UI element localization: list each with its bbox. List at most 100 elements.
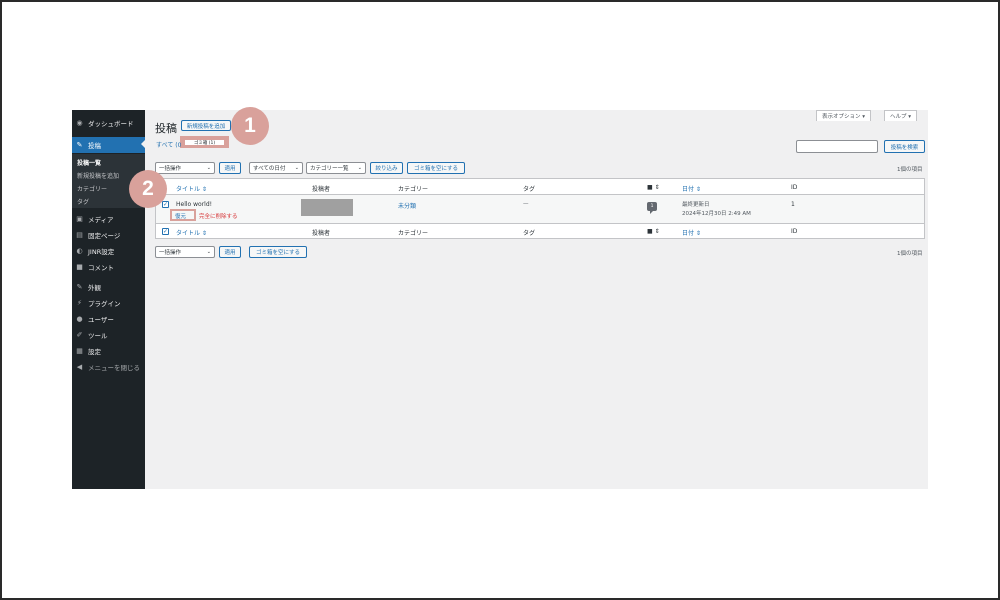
menu-label: JINR設定 (88, 248, 115, 256)
help-button[interactable]: ヘルプ ▾ (884, 110, 918, 121)
restore-link[interactable]: 復元 (175, 212, 186, 220)
pin-icon: ✎ (76, 141, 83, 149)
menu-appearance[interactable]: ✎ 外観 (72, 280, 145, 294)
submenu-add-new[interactable]: 新規投稿を追加 (77, 171, 119, 180)
post-tags: — (523, 201, 529, 207)
divider (156, 223, 924, 224)
row-checkbox[interactable]: ✓ (162, 201, 169, 208)
table-row (156, 195, 924, 223)
menu-label: ユーザー (88, 316, 114, 324)
select-all-checkbox-bottom[interactable]: ✓ (162, 228, 169, 235)
wp-admin-screen: ◉ ダッシュボード ✎ 投稿 投稿一覧 新規投稿を追加 カテゴリー タグ ▣ メ… (72, 110, 928, 489)
menu-label: 固定ページ (88, 232, 121, 240)
menu-plugins[interactable]: ⚡ プラグイン (72, 296, 145, 310)
post-date: 2024年12月30日 2:49 AM (682, 211, 751, 217)
column-comments-footer[interactable]: ■ ⇕ (647, 228, 660, 235)
main-content: 表示オプション ▾ ヘルプ ▾ 投稿 新規投稿を追加 すべて (0 ゴミ箱 (1… (145, 110, 928, 489)
comment-count-badge[interactable]: 1 (647, 202, 657, 214)
menu-tools[interactable]: ✐ ツール (72, 328, 145, 342)
submenu-tags[interactable]: タグ (77, 197, 89, 206)
wrench-icon: ✐ (76, 331, 83, 339)
select-value: 一括操作 (159, 166, 182, 172)
date-filter-select[interactable]: すべての日付 ⌄ (249, 162, 303, 174)
menu-label: コメント (88, 264, 114, 272)
chevron-down-icon: ⌄ (294, 165, 299, 171)
menu-label: ダッシュボード (88, 120, 134, 128)
empty-trash-button-bottom[interactable]: ゴミ箱を空にする (249, 246, 307, 258)
add-new-post-button[interactable]: 新規投稿を追加 (181, 120, 231, 131)
select-value: カテゴリー一覧 (310, 166, 349, 172)
settings-icon: ▦ (76, 347, 83, 355)
plugin-icon: ⚡ (77, 299, 82, 307)
post-title[interactable]: Hello world! (176, 201, 212, 208)
select-value: 一括操作 (159, 250, 182, 256)
column-date[interactable]: 日付 ⇕ (682, 184, 701, 193)
column-author: 投稿者 (312, 186, 331, 193)
bulk-action-select-top[interactable]: 一括操作 ⌄ (155, 162, 215, 174)
submenu-categories[interactable]: カテゴリー (77, 184, 107, 193)
column-categories-footer: カテゴリー (398, 230, 429, 237)
menu-label: 設定 (88, 348, 101, 356)
menu-dashboard[interactable]: ◉ ダッシュボード (72, 116, 145, 130)
menu-posts[interactable]: ✎ 投稿 (72, 137, 145, 153)
menu-label: メニューを閉じる (88, 364, 140, 372)
comment-icon: ■ (76, 263, 83, 271)
chevron-down-icon: ⌄ (357, 165, 362, 171)
chevron-down-icon: ⌄ (206, 165, 211, 171)
collapse-icon: ◀ (76, 363, 83, 371)
item-count-bottom: 1個の項目 (897, 251, 923, 257)
bulk-action-select-bottom[interactable]: 一括操作 ⌄ (155, 246, 215, 258)
menu-pages[interactable]: ▤ 固定ページ (72, 228, 145, 242)
column-title[interactable]: タイトル ⇕ (176, 184, 207, 193)
jinr-icon: ◐ (76, 247, 83, 255)
column-comments[interactable]: ■ ⇕ (647, 184, 660, 191)
menu-settings[interactable]: ▦ 設定 (72, 344, 145, 358)
column-date-footer[interactable]: 日付 ⇕ (682, 228, 701, 237)
page-title: 投稿 (155, 122, 177, 135)
menu-label: プラグイン (88, 300, 121, 308)
status-filter-trash[interactable]: ゴミ箱 (1) (185, 140, 224, 146)
admin-sidebar: ◉ ダッシュボード ✎ 投稿 投稿一覧 新規投稿を追加 カテゴリー タグ ▣ メ… (72, 110, 145, 489)
menu-label: 投稿 (88, 142, 101, 150)
menu-users[interactable]: ● ユーザー (72, 312, 145, 326)
menu-media[interactable]: ▣ メディア (72, 212, 145, 226)
screen-options-button[interactable]: 表示オプション ▾ (816, 110, 872, 121)
status-filter-all[interactable]: すべて (0 (156, 140, 181, 149)
column-categories: カテゴリー (398, 186, 429, 193)
column-tags-footer: タグ (523, 230, 536, 237)
search-posts-button[interactable]: 投稿を検索 (884, 140, 925, 153)
empty-trash-button-top[interactable]: ゴミ箱を空にする (407, 162, 465, 174)
user-icon: ● (76, 315, 83, 323)
media-icon: ▣ (76, 215, 83, 223)
column-author-footer: 投稿者 (312, 230, 331, 237)
menu-label: メディア (88, 216, 114, 224)
menu-collapse[interactable]: ◀ メニューを閉じる (72, 360, 145, 374)
post-id: 1 (791, 201, 795, 208)
delete-permanently-link[interactable]: 完全に削除する (199, 212, 238, 220)
column-id-footer: ID (791, 228, 798, 235)
apply-button-bottom[interactable]: 適用 (219, 246, 241, 258)
item-count-top: 1個の項目 (897, 167, 923, 173)
column-title-footer[interactable]: タイトル ⇕ (176, 228, 207, 237)
post-date-status: 最終更新日 (682, 202, 710, 208)
select-value: すべての日付 (253, 166, 286, 172)
filter-button[interactable]: 絞り込み (370, 162, 403, 174)
step-marker-1: 1 (231, 107, 269, 145)
menu-label: 外観 (88, 284, 101, 292)
apply-button-top[interactable]: 適用 (219, 162, 241, 174)
page-icon: ▤ (76, 231, 83, 239)
chevron-down-icon: ⌄ (206, 249, 211, 255)
posts-table: タイトル ⇕ 投稿者 カテゴリー タグ ■ ⇕ 日付 ⇕ ID ✓ Hello … (155, 178, 925, 239)
step-marker-2: 2 (129, 170, 167, 208)
menu-jinr-settings[interactable]: ◐ JINR設定 (72, 244, 145, 258)
menu-label: ツール (88, 332, 108, 340)
category-filter-select[interactable]: カテゴリー一覧 ⌄ (306, 162, 366, 174)
column-id: ID (791, 184, 798, 191)
submenu-all-posts[interactable]: 投稿一覧 (77, 158, 101, 167)
column-tags: タグ (523, 186, 536, 193)
post-category-link[interactable]: 未分類 (398, 201, 416, 210)
search-input[interactable] (796, 140, 878, 153)
menu-comments[interactable]: ■ コメント (72, 260, 145, 274)
dashboard-icon: ◉ (76, 119, 83, 127)
brush-icon: ✎ (76, 283, 83, 291)
